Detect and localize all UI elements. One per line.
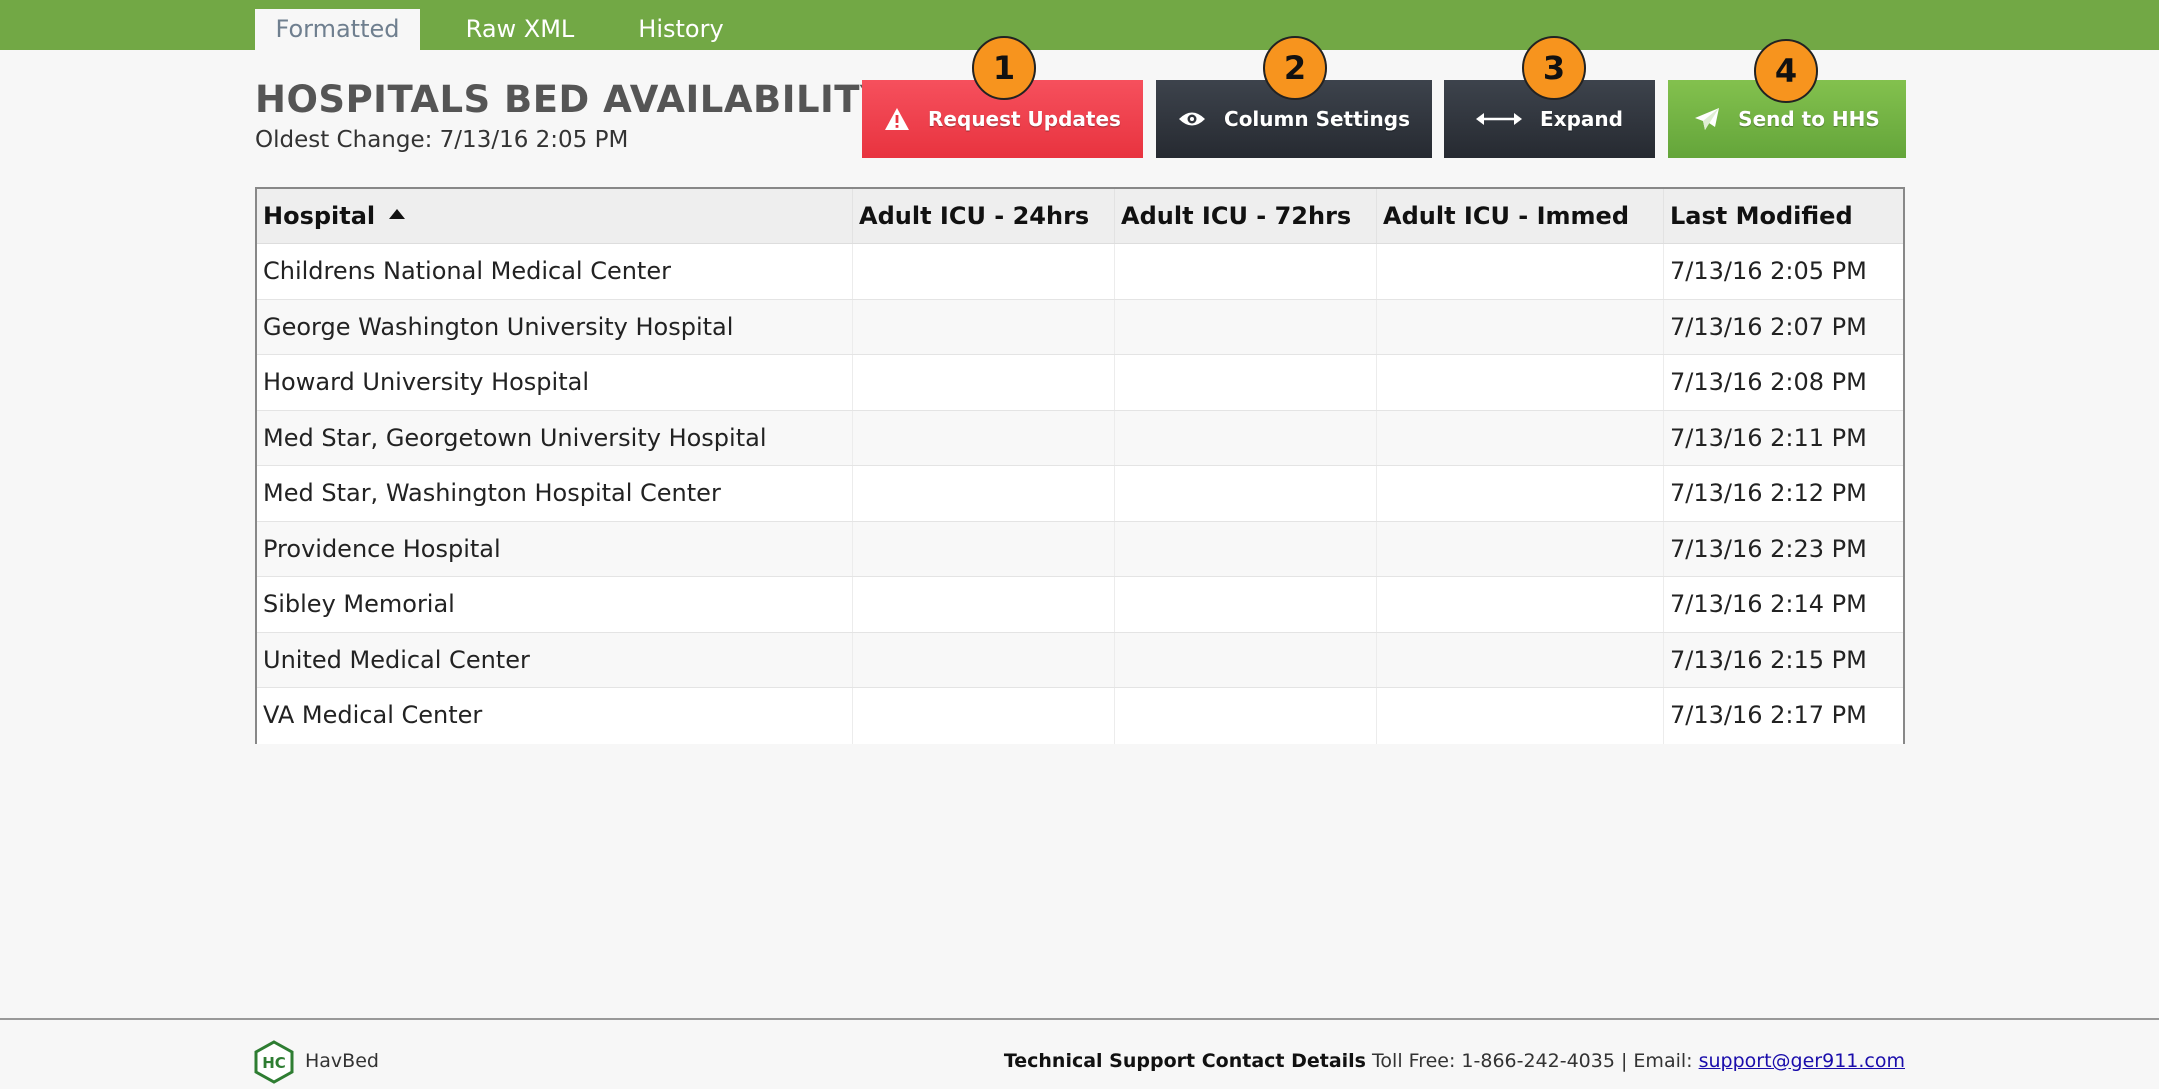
cell-adult-icu-24hrs (853, 410, 1115, 465)
cell-last-modified: 7/13/16 2:15 PM (1670, 645, 1867, 674)
cell-adult-icu-immed (1377, 466, 1664, 521)
cell-adult-icu-immed (1377, 355, 1664, 410)
top-nav-bar: Formatted Raw XML History (0, 0, 2159, 50)
warning-icon (884, 107, 910, 131)
column-header-label: Hospital (263, 202, 376, 230)
table-row[interactable]: Med Star, Washington Hospital Center 7/1… (257, 466, 1903, 522)
support-contact: Technical Support Contact Details Toll F… (1004, 1050, 1905, 1072)
cell-adult-icu-24hrs (853, 244, 1115, 299)
table-row[interactable]: Sibley Memorial 7/13/16 2:14 PM (257, 577, 1903, 633)
cell-last-modified: 7/13/16 2:23 PM (1670, 534, 1867, 563)
cell-adult-icu-72hrs (1115, 355, 1377, 410)
tab-history[interactable]: History (625, 9, 737, 50)
callout-badge-1: 1 (972, 36, 1036, 100)
cell-hospital: Childrens National Medical Center (257, 244, 853, 299)
column-header-last-modified[interactable]: Last Modified (1664, 189, 1903, 243)
cell-adult-icu-72hrs (1115, 410, 1377, 465)
column-header-adult-icu-immed[interactable]: Adult ICU - Immed (1377, 189, 1664, 243)
cell-hospital: Med Star, Georgetown University Hospital (257, 410, 853, 465)
cell-last-modified: 7/13/16 2:07 PM (1670, 312, 1867, 341)
cell-last-modified: 7/13/16 2:11 PM (1670, 423, 1867, 452)
table-row[interactable]: VA Medical Center 7/13/16 2:17 PM (257, 688, 1903, 744)
table-row[interactable]: Med Star, Georgetown University Hospital… (257, 410, 1903, 466)
callout-badge-3: 3 (1522, 36, 1586, 100)
support-phone: Toll Free: 1-866-242-4035 | Email: (1372, 1050, 1693, 1072)
cell-adult-icu-immed (1377, 688, 1664, 744)
page-title: HOSPITALS BED AVAILABILITY (255, 78, 888, 121)
cell-last-modified: 7/13/16 2:12 PM (1670, 479, 1867, 507)
oldest-change: Oldest Change: 7/13/16 2:05 PM (255, 127, 629, 153)
cell-hospital: United Medical Center (257, 632, 853, 687)
hospital-table: Hospital Adult ICU - 24hrs Adult ICU - 7… (255, 187, 1905, 744)
table-row[interactable]: Childrens National Medical Center 7/13/1… (257, 244, 1903, 300)
svg-text:HC: HC (262, 1054, 286, 1072)
tab-formatted[interactable]: Formatted (255, 9, 420, 50)
cell-hospital: George Washington University Hospital (257, 299, 853, 354)
column-header-adult-icu-72hrs[interactable]: Adult ICU - 72hrs (1115, 189, 1377, 243)
cell-adult-icu-24hrs (853, 632, 1115, 687)
cell-hospital: Howard University Hospital (257, 355, 853, 410)
cell-last-modified: 7/13/16 2:05 PM (1670, 257, 1867, 285)
callout-badge-2: 2 (1263, 36, 1327, 100)
paper-plane-icon (1694, 107, 1720, 131)
request-updates-label: Request Updates (928, 107, 1121, 131)
eye-icon (1178, 110, 1206, 128)
table-row[interactable]: Howard University Hospital 7/13/16 2:08 … (257, 355, 1903, 411)
column-header-adult-icu-24hrs[interactable]: Adult ICU - 24hrs (853, 189, 1115, 243)
support-email-link[interactable]: support@ger911.com (1699, 1050, 1905, 1072)
send-to-hhs-label: Send to HHS (1738, 107, 1880, 131)
table-body: Childrens National Medical Center 7/13/1… (257, 244, 1903, 744)
cell-adult-icu-24hrs (853, 466, 1115, 521)
cell-adult-icu-72hrs (1115, 577, 1377, 632)
column-header-hospital[interactable]: Hospital (257, 189, 853, 243)
expand-label: Expand (1540, 107, 1623, 131)
table-row[interactable]: George Washington University Hospital 7/… (257, 299, 1903, 355)
table-row[interactable]: Providence Hospital 7/13/16 2:23 PM (257, 521, 1903, 577)
cell-adult-icu-24hrs (853, 688, 1115, 744)
havbed-logo-icon: HC (253, 1040, 295, 1084)
column-settings-label: Column Settings (1224, 107, 1410, 131)
cell-adult-icu-immed (1377, 521, 1664, 576)
callout-badge-4: 4 (1754, 39, 1818, 103)
table-row[interactable]: United Medical Center 7/13/16 2:15 PM (257, 632, 1903, 688)
cell-adult-icu-72hrs (1115, 521, 1377, 576)
cell-adult-icu-immed (1377, 410, 1664, 465)
cell-adult-icu-72hrs (1115, 632, 1377, 687)
cell-adult-icu-72hrs (1115, 299, 1377, 354)
cell-adult-icu-72hrs (1115, 466, 1377, 521)
brand-name: HavBed (305, 1050, 379, 1072)
cell-hospital: Providence Hospital (257, 521, 853, 576)
support-label: Technical Support Contact Details (1003, 1050, 1366, 1072)
cell-adult-icu-24hrs (853, 355, 1115, 410)
cell-adult-icu-immed (1377, 632, 1664, 687)
cell-adult-icu-immed (1377, 577, 1664, 632)
cell-hospital: VA Medical Center (257, 688, 853, 744)
sort-ascending-icon (389, 209, 406, 219)
cell-adult-icu-72hrs (1115, 688, 1377, 744)
cell-last-modified: 7/13/16 2:14 PM (1670, 590, 1867, 618)
expand-arrows-icon (1476, 112, 1523, 126)
cell-adult-icu-immed (1377, 299, 1664, 354)
tab-raw-xml[interactable]: Raw XML (450, 9, 590, 50)
cell-adult-icu-24hrs (853, 577, 1115, 632)
cell-adult-icu-72hrs (1115, 244, 1377, 299)
cell-hospital: Med Star, Washington Hospital Center (257, 466, 853, 521)
cell-last-modified: 7/13/16 2:08 PM (1670, 368, 1867, 396)
cell-adult-icu-immed (1377, 244, 1664, 299)
table-header: Hospital Adult ICU - 24hrs Adult ICU - 7… (257, 189, 1903, 244)
cell-adult-icu-24hrs (853, 299, 1115, 354)
cell-hospital: Sibley Memorial (257, 577, 853, 632)
cell-adult-icu-24hrs (853, 521, 1115, 576)
footer: HC HavBed Technical Support Contact Deta… (0, 1018, 2159, 1089)
cell-last-modified: 7/13/16 2:17 PM (1670, 701, 1867, 729)
